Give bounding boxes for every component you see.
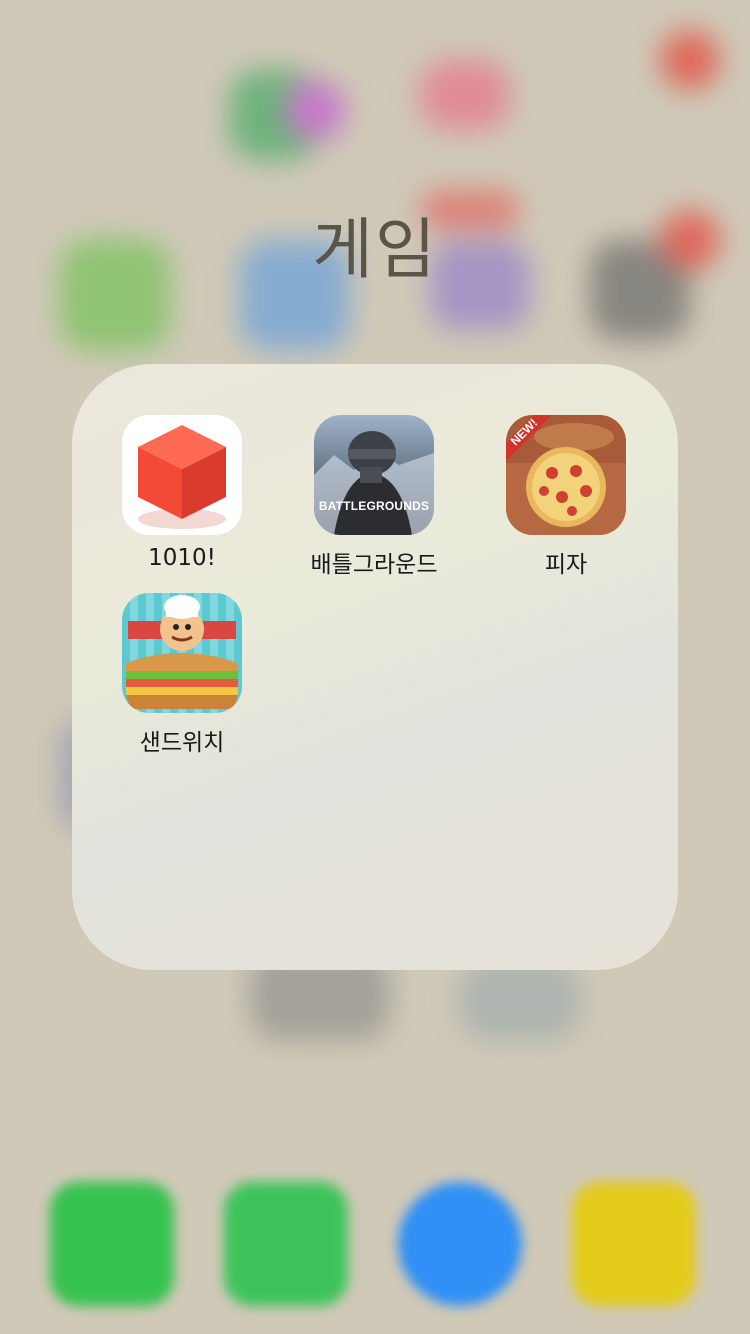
pizza-icon[interactable]: NEW!	[506, 415, 626, 535]
app-pizza[interactable]: NEW! 피자	[476, 415, 656, 579]
phone-icon[interactable]	[50, 1182, 174, 1306]
sandwich-icon[interactable]	[122, 593, 242, 713]
folder-title[interactable]: 게임	[0, 196, 750, 292]
app-label: 피자	[544, 552, 588, 578]
yellow-app-icon[interactable]	[572, 1182, 696, 1306]
app-label: 샌드위치	[139, 730, 225, 756]
app-sandwich[interactable]: 샌드위치	[92, 593, 272, 757]
app-1010[interactable]: 1010!	[92, 415, 272, 571]
folder-panel: 1010! BATTLEGROUNDS 배틀그라운드 NEW! 피자 샌드위치	[72, 364, 678, 970]
app-label: 1010!	[148, 545, 216, 571]
safari-icon[interactable]	[398, 1182, 522, 1306]
battlegrounds-icon[interactable]: BATTLEGROUNDS	[314, 415, 434, 535]
app-label: 배틀그라운드	[310, 552, 438, 578]
app-battlegrounds[interactable]: BATTLEGROUNDS 배틀그라운드	[284, 415, 464, 579]
messages-icon[interactable]	[224, 1182, 348, 1306]
battlegrounds-logo-text: BATTLEGROUNDS	[318, 499, 430, 513]
1010-cube-icon[interactable]	[122, 415, 242, 535]
